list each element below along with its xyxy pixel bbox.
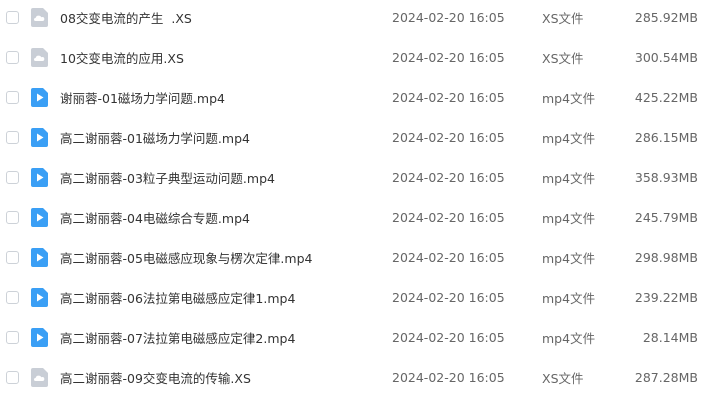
file-name[interactable]: 高二谢丽蓉-03粒子典型运动问题.mp4 [60,168,275,187]
file-list: 08交变电流的产生 .XS 2024-02-20 16:05 XS文件 285.92M… [0,0,710,396]
cloud-doc-icon [31,7,48,27]
file-type: mp4文件 [542,90,596,106]
file-size: 298.98MB [634,249,698,265]
row-checkbox[interactable] [6,370,19,384]
cloud-doc-icon [31,47,48,67]
video-icon [31,87,48,107]
file-size: 239.22MB [634,289,698,305]
file-name[interactable]: 高二谢丽蓉-07法拉第电磁感应定律2.mp4 [60,328,295,347]
file-row[interactable]: 谢丽蓉-01磁场力学问题.mp4 2024-02-20 16:05 mp4文件 425… [0,77,710,117]
file-name[interactable]: 谢丽蓉-01磁场力学问题.mp4 [60,88,225,107]
file-type: mp4文件 [542,290,596,306]
video-icon [31,167,48,187]
file-row[interactable]: 高二谢丽蓉-05电磁感应现象与楞次定律.mp4 2024-02-20 16:05 m… [0,237,710,277]
file-type: mp4文件 [542,130,596,146]
file-name[interactable]: 高二谢丽蓉-04电磁综合专题.mp4 [60,208,250,227]
row-checkbox[interactable] [6,210,19,224]
file-row[interactable]: 08交变电流的产生 .XS 2024-02-20 16:05 XS文件 285.92M… [0,0,710,37]
file-size: 300.54MB [634,49,698,65]
file-date: 2024-02-20 16:05 [392,329,505,345]
row-checkbox[interactable] [6,90,19,104]
video-icon [31,247,48,267]
row-checkbox[interactable] [6,10,19,24]
file-row[interactable]: 高二谢丽蓉-01磁场力学问题.mp4 2024-02-20 16:05 mp4文件 2… [0,117,710,157]
file-type: mp4文件 [542,210,596,226]
file-size: 358.93MB [634,169,698,185]
file-date: 2024-02-20 16:05 [392,369,505,385]
file-row[interactable]: 高二谢丽蓉-09交变电流的传输.XS 2024-02-20 16:05 XS文件 28… [0,357,710,396]
file-size: 286.15MB [634,129,698,145]
video-icon [31,287,48,307]
file-size: 285.92MB [634,9,698,25]
row-checkbox[interactable] [6,170,19,184]
row-checkbox[interactable] [6,250,19,264]
file-name[interactable]: 08交变电流的产生 .XS [60,8,192,27]
file-name[interactable]: 高二谢丽蓉-09交变电流的传输.XS [60,368,251,387]
file-name[interactable]: 高二谢丽蓉-05电磁感应现象与楞次定律.mp4 [60,248,312,267]
video-icon [31,327,48,347]
file-date: 2024-02-20 16:05 [392,89,505,105]
file-date: 2024-02-20 16:05 [392,169,505,185]
file-date: 2024-02-20 16:05 [392,289,505,305]
file-size: 287.28MB [634,369,698,385]
row-checkbox[interactable] [6,330,19,344]
cloud-doc-icon [31,367,48,387]
file-type: XS文件 [542,370,584,386]
file-size: 28.14MB [642,329,698,345]
file-date: 2024-02-20 16:05 [392,9,505,25]
file-date: 2024-02-20 16:05 [392,249,505,265]
file-row[interactable]: 高二谢丽蓉-03粒子典型运动问题.mp4 2024-02-20 16:05 mp4文… [0,157,710,197]
row-checkbox[interactable] [6,130,19,144]
file-date: 2024-02-20 16:05 [392,129,505,145]
file-row[interactable]: 高二谢丽蓉-07法拉第电磁感应定律2.mp4 2024-02-20 16:05 mp… [0,317,710,357]
file-row[interactable]: 高二谢丽蓉-06法拉第电磁感应定律1.mp4 2024-02-20 16:05 mp… [0,277,710,317]
file-date: 2024-02-20 16:05 [392,209,505,225]
file-type: mp4文件 [542,250,596,266]
file-type: mp4文件 [542,170,596,186]
file-row[interactable]: 10交变电流的应用.XS 2024-02-20 16:05 XS文件 300.54MB [0,37,710,77]
video-icon [31,207,48,227]
file-date: 2024-02-20 16:05 [392,49,505,65]
file-type: mp4文件 [542,330,596,346]
video-icon [31,127,48,147]
file-size: 425.22MB [634,89,698,105]
file-type: XS文件 [542,50,584,66]
file-name[interactable]: 高二谢丽蓉-06法拉第电磁感应定律1.mp4 [60,288,295,307]
file-name[interactable]: 10交变电流的应用.XS [60,48,184,67]
file-size: 245.79MB [634,209,698,225]
row-checkbox[interactable] [6,290,19,304]
row-checkbox[interactable] [6,50,19,64]
file-row[interactable]: 高二谢丽蓉-04电磁综合专题.mp4 2024-02-20 16:05 mp4文件 2… [0,197,710,237]
file-name[interactable]: 高二谢丽蓉-01磁场力学问题.mp4 [60,128,250,147]
file-type: XS文件 [542,10,584,26]
